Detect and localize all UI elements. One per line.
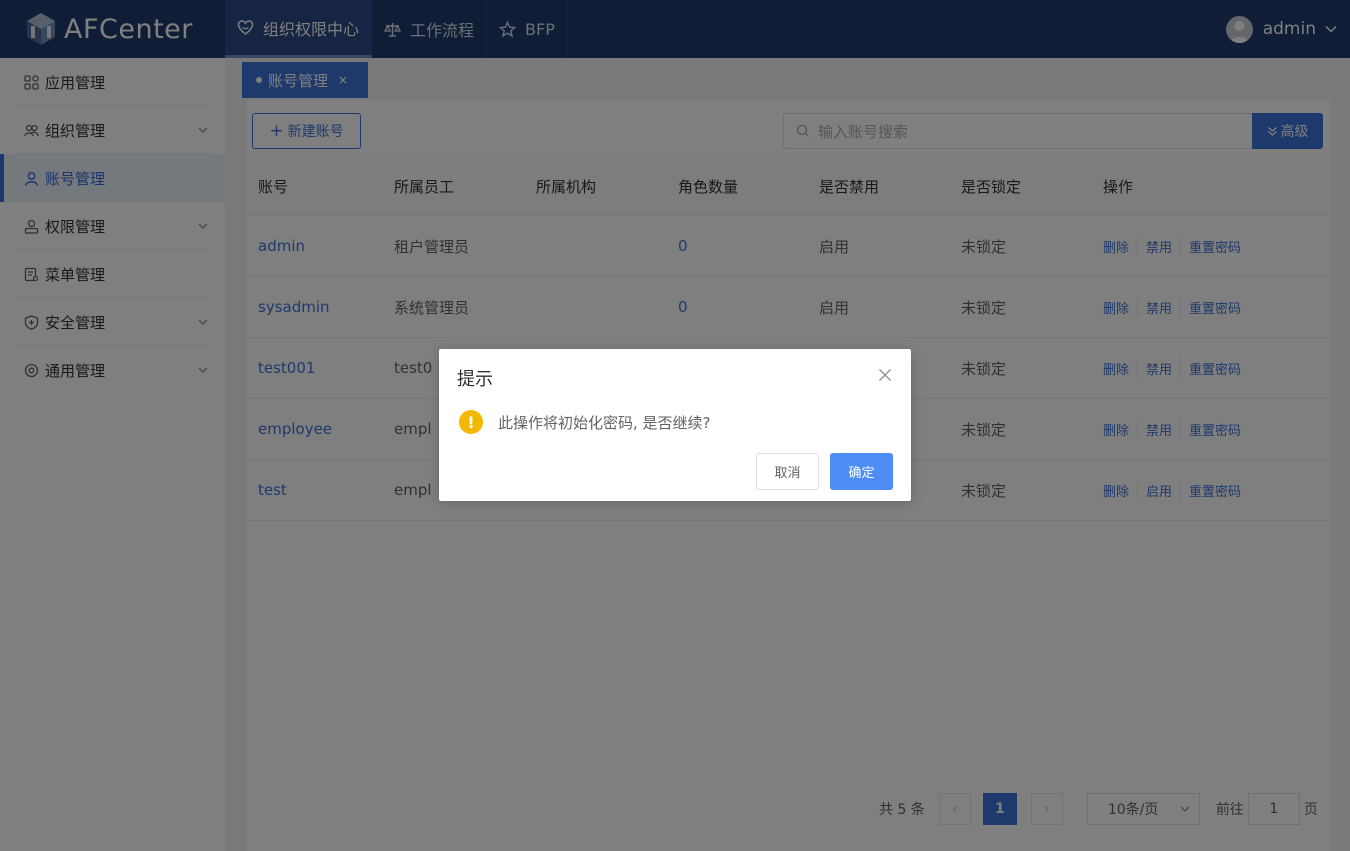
close-icon[interactable] [878, 368, 892, 382]
warning-icon: ! [459, 410, 483, 434]
cancel-button[interactable]: 取消 [756, 453, 819, 490]
confirm-dialog: 提示 ! 此操作将初始化密码, 是否继续? 取消 确定 [439, 349, 911, 501]
dialog-title: 提示 [457, 369, 493, 390]
dialog-message: ! 此操作将初始化密码, 是否继续? [459, 410, 711, 434]
dialog-message-text: 此操作将初始化密码, 是否继续? [498, 413, 711, 432]
confirm-button[interactable]: 确定 [830, 453, 893, 490]
